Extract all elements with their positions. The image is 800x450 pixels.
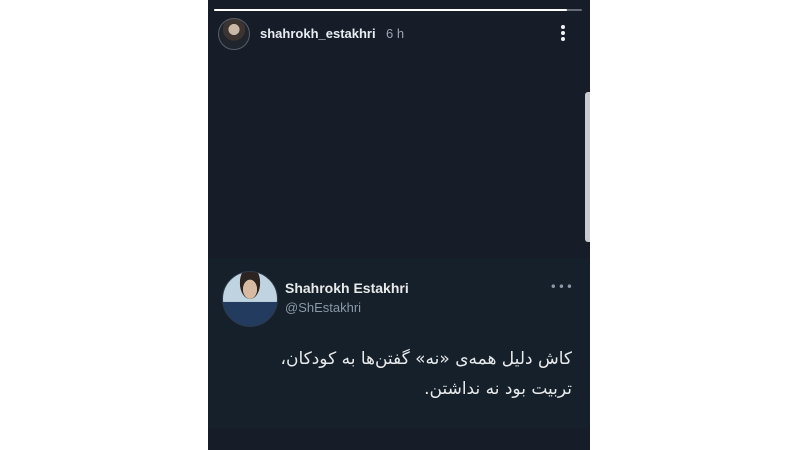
story-timestamp: 6 h [386,26,405,41]
vertical-ellipsis-icon[interactable] [558,23,568,45]
tweet-avatar [222,271,278,327]
story-progress-bar [214,9,582,11]
story-avatar[interactable] [218,18,250,50]
tweet-text: کاش دلیل همه‌ی «نه» گفتن‌ها به کودکان، ت… [232,344,572,404]
horizontal-ellipsis-icon: ••• [549,280,574,294]
tweet-author-handle: @ShEstakhri [285,300,362,315]
tweet-card: Shahrokh Estakhri @ShEstakhri ••• کاش دل… [208,258,590,428]
story-progress-fill [214,9,568,11]
tweet-text-line: کاش دلیل همه‌ی «نه» گفتن‌ها به کودکان، [280,349,572,369]
scrollbar[interactable] [585,92,590,242]
story-header: shahrokh_estakhri 6 h [218,18,580,50]
story-viewer: shahrokh_estakhri 6 h Shahrokh Estakhri … [208,0,590,450]
tweet-author-name: Shahrokh Estakhri [285,280,409,296]
tweet-text-line: تربیت بود نه نداشتن. [424,379,572,399]
story-username[interactable]: shahrokh_estakhri [260,26,376,41]
